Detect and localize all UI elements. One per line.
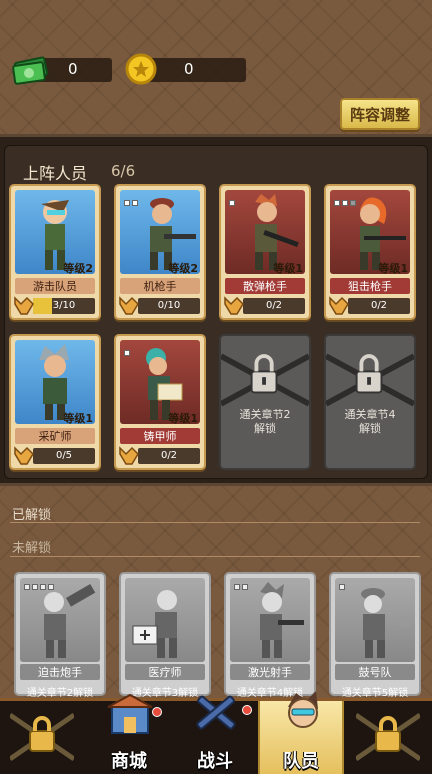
fox-badge-icon <box>119 296 139 315</box>
unit-name: 迫击炮手 <box>20 664 100 680</box>
cash-icon <box>12 56 49 85</box>
rank-squares <box>124 350 130 356</box>
level-label: 等级1 <box>273 262 303 275</box>
unit-name: 铸甲师 <box>120 428 200 444</box>
progress-bar: 3/10 <box>33 298 95 314</box>
divider <box>10 522 420 523</box>
coin-counter: 0 <box>124 53 246 85</box>
locked-slot-1[interactable]: 通关章节2 解锁 <box>219 334 311 470</box>
progress-bar: 0/2 <box>138 448 200 464</box>
nav-shop[interactable]: 商城 <box>86 693 172 774</box>
adjust-lineup-button[interactable]: 阵容调整 <box>340 98 420 130</box>
notification-badge <box>242 705 252 715</box>
fox-badge-icon <box>119 446 139 465</box>
unit-name: 狙击枪手 <box>330 278 410 294</box>
portrait <box>335 578 415 662</box>
rank-squares <box>234 584 248 590</box>
soldier-icon <box>361 588 409 658</box>
rank-squares <box>339 584 345 590</box>
rank-squares <box>334 200 356 206</box>
nav-shop-label: 商城 <box>111 751 147 772</box>
lineup-slot-2[interactable]: 等级2 机枪手 0/10 <box>114 184 206 320</box>
portrait <box>230 578 310 662</box>
unit-name: 医疗师 <box>125 664 205 680</box>
lineup-panel: 上阵人员 6/6 等级2 游击队员 3/10 等级2 机枪手 0/10 等级1 … <box>0 134 432 486</box>
nav-team-label: 队员 <box>283 751 319 772</box>
lineup-slot-5[interactable]: 等级1 采矿师 0/5 <box>9 334 101 470</box>
unit-name: 采矿师 <box>15 428 95 444</box>
chain-lock-icon <box>10 712 74 762</box>
chain-lock-icon <box>326 353 414 407</box>
unlock-condition: 通关章节5解锁 <box>341 688 409 699</box>
progress-bar: 0/5 <box>33 448 95 464</box>
unlock-condition: 通关章节2解锁 <box>239 408 291 435</box>
nav-locked-left[interactable] <box>0 701 86 774</box>
lineup-slot-4[interactable]: 等级1 狙击枪手 0/2 <box>324 184 416 320</box>
soldier-icon <box>260 582 304 658</box>
fox-badge-icon <box>14 446 34 465</box>
lineup-slot-1[interactable]: 等级2 游击队员 3/10 <box>9 184 101 320</box>
team-avatar-icon <box>288 691 318 728</box>
portrait <box>20 578 100 662</box>
fox-badge-icon <box>224 296 244 315</box>
cash-value: 0 <box>68 60 78 78</box>
chain-lock-icon <box>221 353 309 407</box>
bottom-nav: 商城 战斗 队员 <box>0 691 432 774</box>
unlocked-section-label: 已解锁 <box>12 508 52 523</box>
level-label: 等级1 <box>63 412 93 425</box>
soldier-icon <box>132 590 177 658</box>
level-label: 等级2 <box>168 262 198 275</box>
unlock-condition: 通关章节4解锁 <box>344 408 396 435</box>
rank-squares <box>124 200 138 206</box>
fox-badge-icon <box>14 296 34 315</box>
rank-squares <box>229 200 235 206</box>
not-unlocked-section-label: 未解锁 <box>12 541 52 556</box>
level-label: 等级1 <box>168 412 198 425</box>
unit-name: 游击队员 <box>15 278 95 294</box>
progress-bar: 0/2 <box>243 298 305 314</box>
cash-counter: 0 <box>12 54 112 85</box>
level-label: 等级2 <box>63 262 93 275</box>
divider <box>10 556 420 557</box>
lineup-slot-3[interactable]: 等级1 散弹枪手 0/2 <box>219 184 311 320</box>
unit-name: 鼓号队 <box>335 664 415 680</box>
crossed-guns-icon <box>196 695 236 730</box>
locked-unit-card[interactable]: 迫击炮手 通关章节2解锁 <box>14 572 106 699</box>
lineup-title: 上阵人员 <box>23 164 88 183</box>
progress-bar: 0/2 <box>348 298 410 314</box>
unit-name: 激光射手 <box>230 664 310 680</box>
unit-name: 散弹枪手 <box>225 278 305 294</box>
nav-locked-right[interactable] <box>344 701 430 774</box>
notification-badge <box>152 707 162 717</box>
rank-squares <box>24 584 54 590</box>
progress-bar: 0/10 <box>138 298 200 314</box>
nav-battle-label: 战斗 <box>197 751 233 772</box>
lineup-count: 6/6 <box>111 162 136 180</box>
nav-team[interactable]: 队员 <box>258 691 344 774</box>
locked-unit-card[interactable]: 激光射手 通关章节4解锁 <box>224 572 316 699</box>
locked-unit-card[interactable]: 医疗师 通关章节3解锁 <box>119 572 211 699</box>
unit-name: 机枪手 <box>120 278 200 294</box>
soldier-icon <box>44 584 96 658</box>
locked-unit-card[interactable]: 鼓号队 通关章节5解锁 <box>329 572 421 699</box>
unlock-condition: 通关章节2解锁 <box>26 688 94 699</box>
chain-lock-icon <box>356 712 420 762</box>
fox-badge-icon <box>329 296 349 315</box>
portrait <box>125 578 205 662</box>
level-label: 等级1 <box>378 262 408 275</box>
coin-value: 0 <box>184 60 194 78</box>
shop-icon <box>107 693 153 734</box>
coin-icon <box>125 53 157 85</box>
lineup-slot-6[interactable]: 等级1 铸甲师 0/2 <box>114 334 206 470</box>
nav-battle[interactable]: 战斗 <box>172 695 258 774</box>
locked-slot-2[interactable]: 通关章节4 解锁 <box>324 334 416 470</box>
